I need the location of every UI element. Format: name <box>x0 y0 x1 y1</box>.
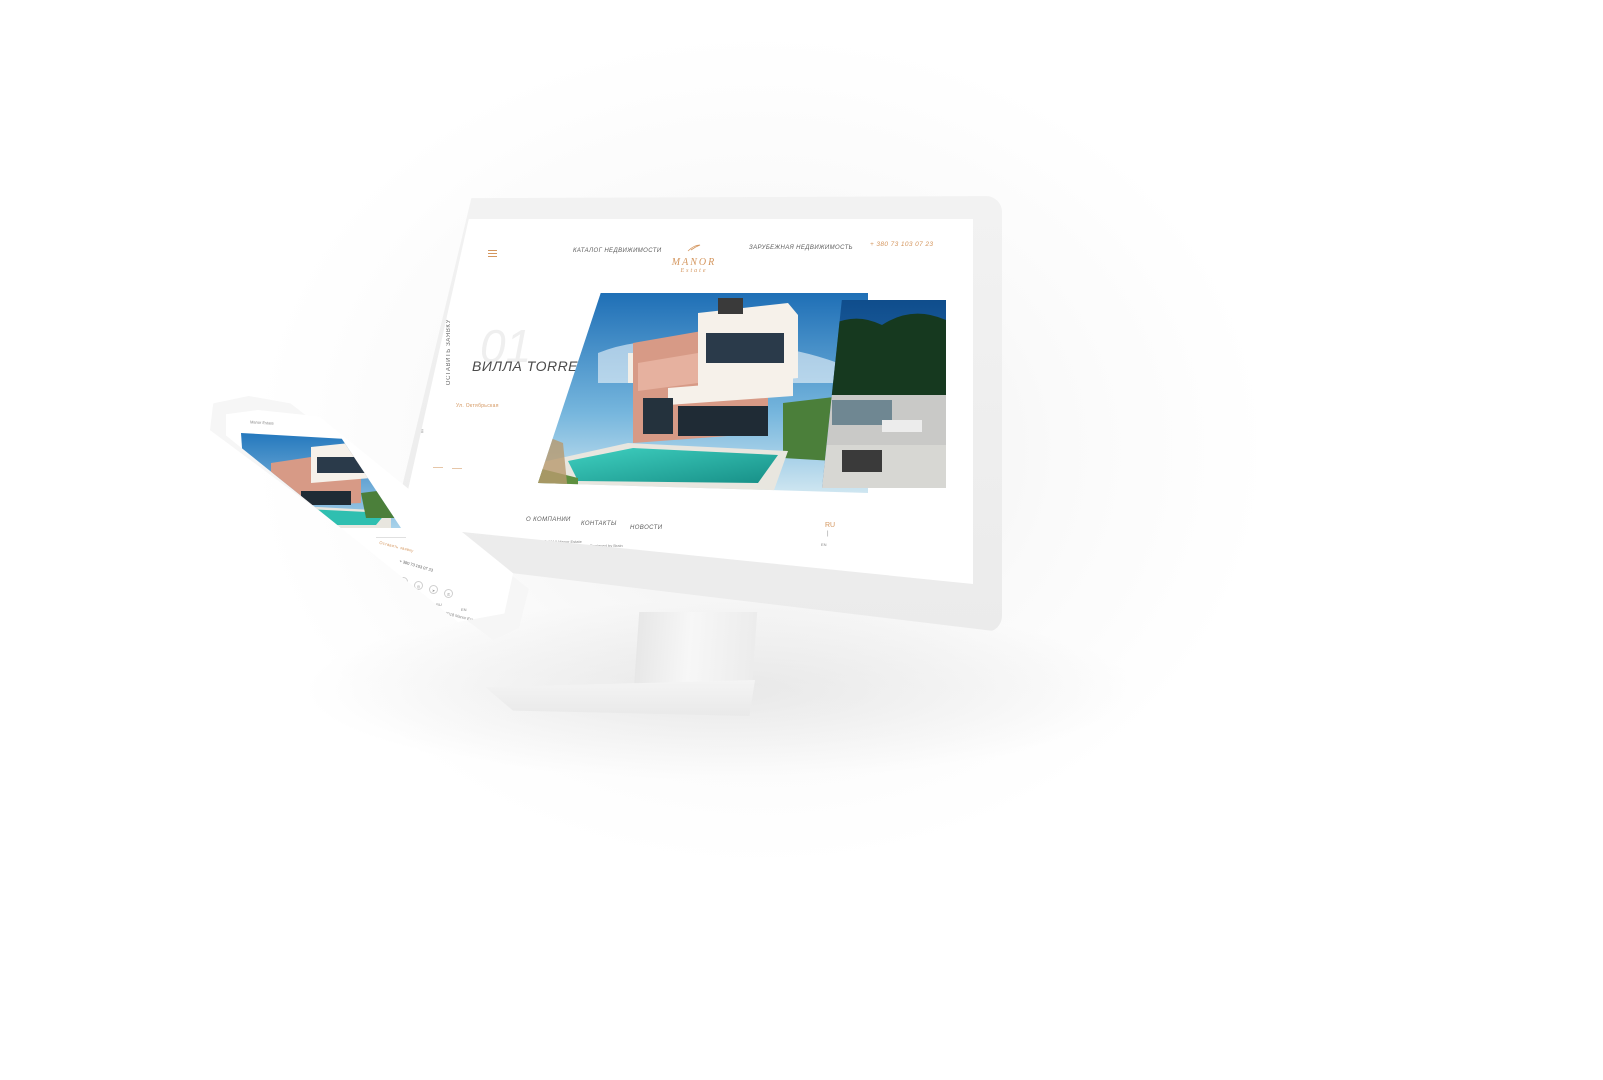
feather-icon <box>687 244 701 252</box>
main-villa-photo <box>538 293 868 493</box>
lang-ru[interactable]: RU <box>825 522 835 529</box>
villa-location: Ул. Октябрьская <box>456 403 499 409</box>
footer-contacts-link[interactable]: Контакты <box>581 521 617 527</box>
logo-main-text: MANOR <box>671 257 717 268</box>
header-phone[interactable]: + 380 73 103 07 23 <box>870 241 933 248</box>
mobile-slider-dots[interactable] <box>376 537 406 538</box>
villa-image <box>538 293 868 493</box>
next-villa-image <box>822 300 946 488</box>
footer-about-link[interactable]: О компании <box>526 517 571 523</box>
menu-icon[interactable] <box>488 248 497 259</box>
telegram-icon[interactable]: ➤ <box>429 585 438 594</box>
logo-sub-text: Estate <box>680 268 708 274</box>
footer-news-link[interactable]: Новости <box>630 525 662 531</box>
nav-catalog-link[interactable]: Каталог недвижимости <box>573 248 662 254</box>
mobile-phone-number[interactable]: + 380 73 103 07 23 <box>399 558 434 572</box>
lang-separator: | <box>827 531 829 537</box>
desktop-screen: Каталог недвижимости MANOR Estate Зарубе… <box>400 219 973 584</box>
next-villa-photo[interactable] <box>822 300 946 488</box>
nav-overseas-link[interactable]: Зарубежная недвижимость <box>749 245 853 251</box>
lang-en[interactable]: EN <box>821 542 827 547</box>
slider-dot-active[interactable] <box>433 467 443 468</box>
mobile-lang-en[interactable]: EN <box>461 607 467 612</box>
mobile-cta-link[interactable]: Оставить заявку <box>379 540 414 553</box>
leave-request-vertical-link[interactable]: оставить заявку <box>446 319 452 385</box>
logo[interactable]: MANOR Estate <box>671 239 717 274</box>
viber-icon[interactable]: ✆ <box>444 589 453 598</box>
slider-dot[interactable] <box>452 468 462 469</box>
mobile-header-title: Manor Estate <box>249 419 274 426</box>
